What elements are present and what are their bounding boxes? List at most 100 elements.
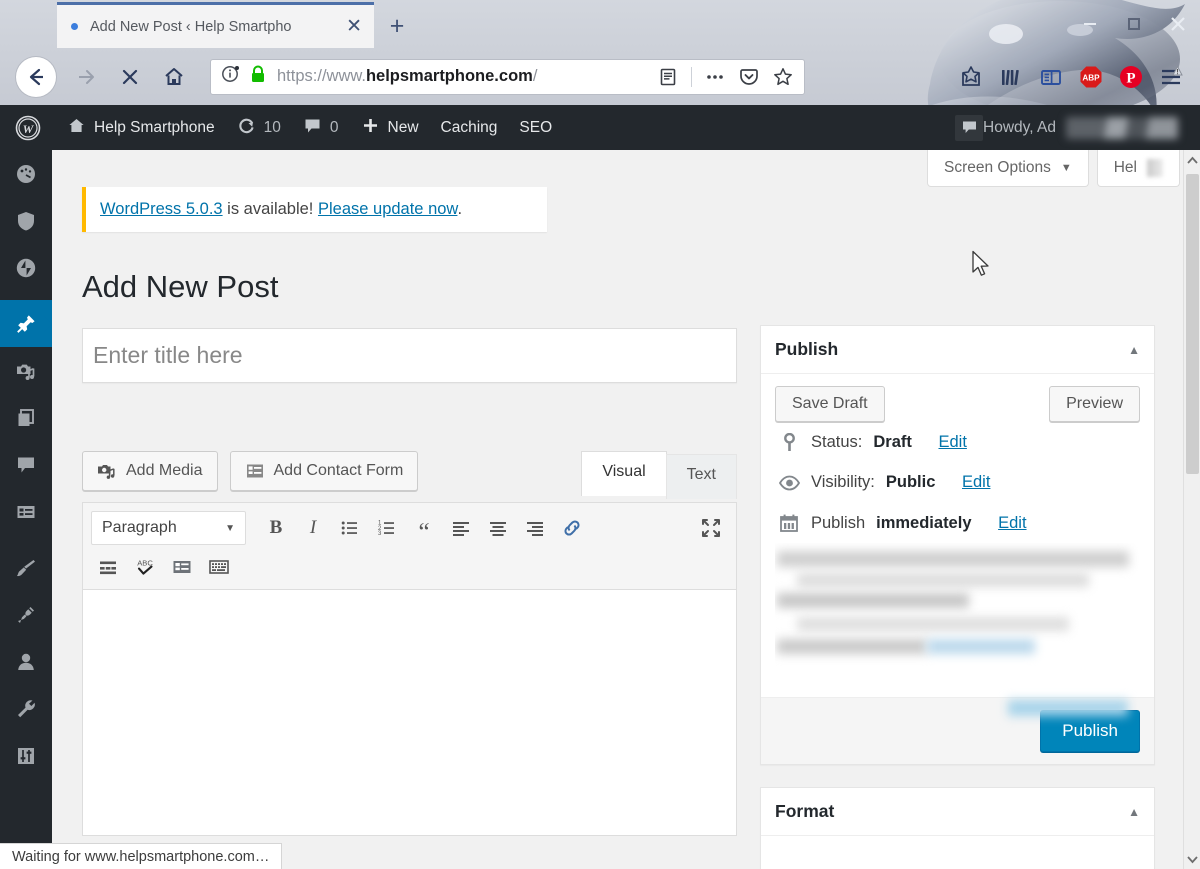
updates-count: 10 bbox=[263, 118, 281, 136]
fullscreen-button[interactable] bbox=[694, 512, 728, 544]
bold-button[interactable]: B bbox=[259, 512, 293, 544]
pocket-icon[interactable] bbox=[734, 62, 764, 92]
insert-read-more-button[interactable] bbox=[91, 551, 125, 583]
sidebar-item-media[interactable] bbox=[0, 347, 52, 394]
adminbar-seo[interactable]: SEO bbox=[508, 105, 563, 150]
sidebar-item-pages[interactable] bbox=[0, 394, 52, 441]
editor-content-area[interactable] bbox=[83, 590, 736, 835]
new-tab-button[interactable]: + bbox=[376, 4, 418, 48]
italic-button[interactable]: I bbox=[296, 512, 330, 544]
chevron-down-icon: ▼ bbox=[225, 522, 235, 534]
notice-end-text: . bbox=[457, 200, 463, 218]
tab-close-icon[interactable]: ✕ bbox=[342, 17, 366, 36]
address-bar[interactable]: https://www.helpsmartphone.com/ bbox=[210, 58, 805, 95]
publish-time-edit-link[interactable]: Edit bbox=[998, 514, 1026, 533]
wordpress-logo-icon[interactable]: W bbox=[0, 115, 56, 141]
format-box-title: Format bbox=[775, 801, 835, 821]
adblock-plus-icon[interactable]: ABP bbox=[1074, 60, 1108, 94]
update-now-link[interactable]: Please update now bbox=[318, 200, 457, 218]
publish-time-label: Publish bbox=[811, 513, 866, 532]
align-center-icon bbox=[490, 522, 506, 536]
stop-loading-icon[interactable] bbox=[108, 55, 152, 99]
adminbar-caching[interactable]: Caching bbox=[430, 105, 509, 150]
publish-button[interactable]: Publish bbox=[1040, 710, 1140, 752]
identity-box[interactable] bbox=[221, 64, 267, 89]
update-notice: WordPress 5.0.3 is available! Please upd… bbox=[82, 187, 547, 232]
sidebar-item-users[interactable] bbox=[0, 638, 52, 685]
publish-box-header[interactable]: Publish ▲ bbox=[761, 326, 1154, 374]
sidebar-item-dashboard[interactable] bbox=[0, 150, 52, 197]
chevron-up-icon[interactable]: ▲ bbox=[1128, 805, 1140, 819]
adminbar-comments[interactable]: 0 bbox=[292, 105, 350, 150]
sidebar-item-tools[interactable] bbox=[0, 685, 52, 732]
visibility-edit-link[interactable]: Edit bbox=[962, 473, 990, 492]
chevron-up-icon[interactable]: ▲ bbox=[1128, 343, 1140, 357]
align-left-button[interactable] bbox=[444, 512, 478, 544]
save-draft-button[interactable]: Save Draft bbox=[775, 386, 885, 422]
format-box-header[interactable]: Format ▲ bbox=[761, 788, 1154, 836]
sidebar-item-comments[interactable] bbox=[0, 441, 52, 488]
sidebar-item-posts[interactable] bbox=[0, 300, 52, 347]
close-window-icon[interactable] bbox=[1164, 10, 1192, 38]
status-edit-link[interactable]: Edit bbox=[938, 433, 966, 452]
adminbar-howdy[interactable]: Howdy, Ad bbox=[983, 116, 1192, 139]
screen-options-button[interactable]: Screen Options ▼ bbox=[927, 150, 1089, 187]
scrollbar-thumb[interactable] bbox=[1186, 174, 1199, 474]
updates-refresh-icon bbox=[237, 116, 256, 140]
adminbar-new[interactable]: New bbox=[350, 105, 430, 150]
add-contact-form-button[interactable]: Add Contact Form bbox=[229, 451, 419, 491]
browser-tab[interactable]: Add New Post ‹ Help Smartpho ✕ bbox=[57, 2, 374, 48]
info-icon[interactable] bbox=[221, 64, 241, 89]
adminbar-notifications-icon[interactable] bbox=[955, 114, 984, 141]
align-right-button[interactable] bbox=[518, 512, 552, 544]
post-title-input[interactable]: Enter title here bbox=[82, 328, 737, 383]
keyboard-shortcuts-button[interactable] bbox=[202, 551, 236, 583]
sidebar-item-security[interactable] bbox=[0, 197, 52, 244]
help-button[interactable]: Hel bbox=[1096, 150, 1180, 187]
spellcheck-button[interactable]: ABC bbox=[128, 551, 162, 583]
insert-link-button[interactable] bbox=[555, 512, 589, 544]
sidebar-item-appearance[interactable] bbox=[0, 544, 52, 591]
toolbar-toggle-button[interactable] bbox=[165, 551, 199, 583]
status-value: Draft bbox=[873, 433, 912, 451]
bookmark-star-icon[interactable] bbox=[768, 62, 798, 92]
ellipsis-icon[interactable] bbox=[700, 62, 730, 92]
bulleted-list-button[interactable] bbox=[333, 512, 367, 544]
align-center-button[interactable] bbox=[481, 512, 515, 544]
editor-toolbar-row-1: Paragraph ▼ B I 123 “ bbox=[91, 511, 728, 545]
adminbar-updates[interactable]: 10 bbox=[226, 105, 292, 150]
sidebar-item-plugins[interactable] bbox=[0, 591, 52, 638]
preview-button[interactable]: Preview bbox=[1049, 386, 1140, 422]
forward-button-icon[interactable] bbox=[64, 55, 108, 99]
blockquote-button[interactable]: “ bbox=[407, 512, 441, 545]
pinterest-icon[interactable]: P bbox=[1114, 60, 1148, 94]
sidebar-item-jetpack[interactable] bbox=[0, 244, 52, 291]
reader-view-icon[interactable] bbox=[653, 62, 683, 92]
tab-text[interactable]: Text bbox=[665, 454, 737, 499]
hamburger-menu-icon[interactable] bbox=[1154, 60, 1188, 94]
minimize-icon[interactable] bbox=[1076, 10, 1104, 38]
lock-icon[interactable] bbox=[249, 64, 267, 89]
notice-middle-text: is available! bbox=[222, 200, 318, 218]
numbered-list-button[interactable]: 123 bbox=[370, 512, 404, 544]
post-title-placeholder: Enter title here bbox=[93, 342, 243, 368]
back-button-icon[interactable] bbox=[16, 56, 56, 97]
scroll-down-arrow-icon[interactable] bbox=[1184, 849, 1200, 869]
maximize-icon[interactable] bbox=[1120, 10, 1148, 38]
library-icon[interactable] bbox=[994, 60, 1028, 94]
sidebar-item-feedback[interactable] bbox=[0, 488, 52, 535]
status-bar-text: Waiting for www.helpsmartphone.com… bbox=[12, 848, 270, 865]
screenshot-icon[interactable] bbox=[954, 60, 988, 94]
paragraph-format-select[interactable]: Paragraph ▼ bbox=[91, 511, 246, 545]
tab-visual[interactable]: Visual bbox=[581, 451, 667, 496]
sidebar-item-settings[interactable] bbox=[0, 732, 52, 779]
browser-window: Add New Post ‹ Help Smartpho ✕ + https:/… bbox=[0, 0, 1200, 869]
page-scrollbar[interactable] bbox=[1183, 150, 1200, 869]
add-media-button[interactable]: Add Media bbox=[82, 451, 218, 491]
sidebar-icon[interactable] bbox=[1034, 60, 1068, 94]
scroll-up-arrow-icon[interactable] bbox=[1184, 150, 1200, 170]
wordpress-version-link[interactable]: WordPress 5.0.3 bbox=[100, 200, 223, 218]
toolbar-toggle-icon bbox=[173, 561, 191, 573]
home-button-icon[interactable] bbox=[152, 55, 196, 99]
adminbar-site-name[interactable]: Help Smartphone bbox=[56, 105, 226, 150]
